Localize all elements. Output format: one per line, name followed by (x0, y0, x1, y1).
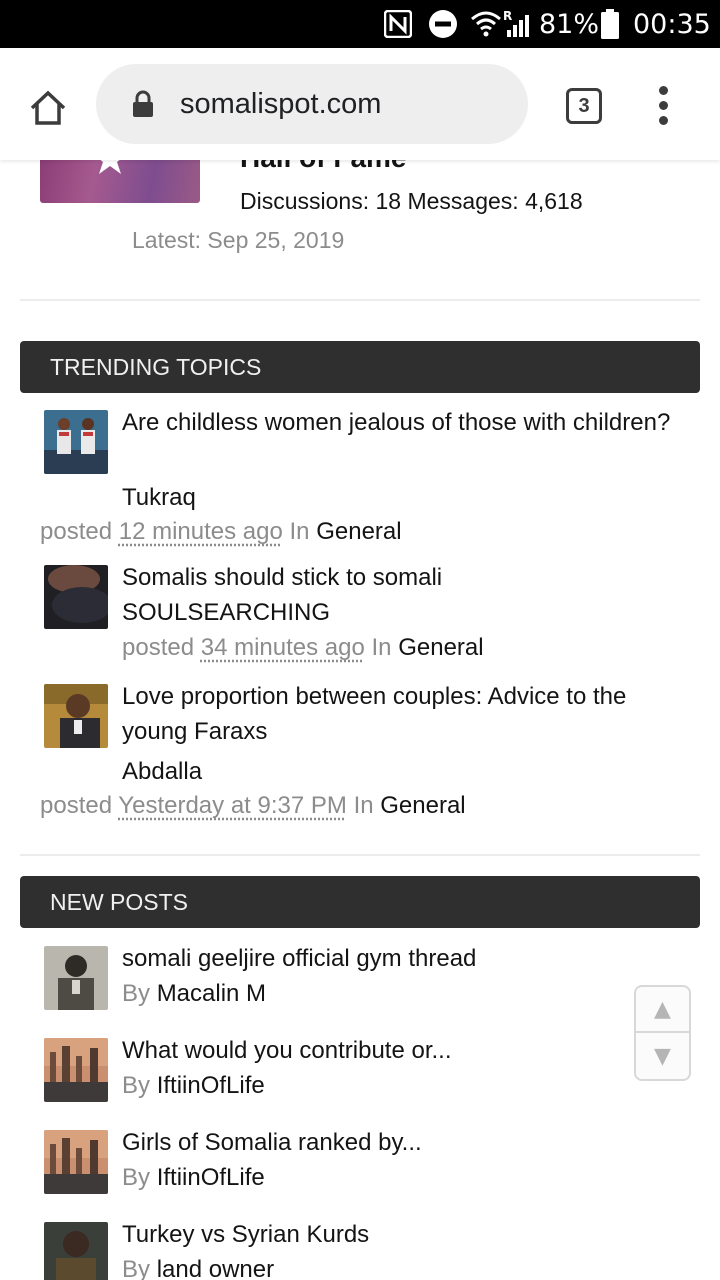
post-title[interactable]: Girls of Somalia ranked by... (122, 1125, 692, 1160)
topic-forum-link[interactable]: General (380, 792, 465, 819)
topic-meta: posted 12 minutes ago In General (40, 518, 402, 546)
post-author-line: By IftiinOfLife (122, 1164, 265, 1192)
do-not-disturb-icon (428, 0, 458, 48)
home-icon (30, 90, 66, 125)
scroll-down-button[interactable]: ▼ (636, 1033, 689, 1079)
topic-time: Yesterday at 9:37 PM (118, 792, 347, 819)
browser-toolbar: somalispot.com 3 (0, 48, 720, 160)
topic-author[interactable]: Abdalla (122, 758, 202, 786)
in-label: In (353, 792, 374, 819)
topic-forum-link[interactable]: General (398, 634, 483, 661)
posted-label: posted (40, 518, 113, 545)
in-label: In (371, 634, 392, 661)
avatar[interactable] (44, 1038, 108, 1102)
topic-title[interactable]: Somalis should stick to somali (122, 560, 692, 595)
scroll-widget: ▲ ▼ (634, 985, 691, 1081)
forum-node-stats: Discussions: 18 Messages: 4,618 (240, 188, 583, 214)
avatar[interactable] (44, 946, 108, 1010)
tab-switcher-button[interactable]: 3 (566, 88, 602, 124)
post-author-line: By Macalin M (122, 980, 266, 1008)
post-title[interactable]: What would you contribute or... (122, 1033, 692, 1068)
by-label: By (122, 1072, 151, 1099)
post-author[interactable]: IftiinOfLife (157, 1164, 265, 1191)
topic-author[interactable]: Tukraq (122, 484, 196, 512)
topic-meta: posted Yesterday at 9:37 PM In General (40, 792, 466, 820)
avatar[interactable] (44, 1130, 108, 1194)
star-icon (99, 160, 121, 174)
home-button[interactable] (22, 82, 74, 134)
address-bar[interactable]: somalispot.com (96, 64, 528, 144)
lock-icon (132, 90, 154, 122)
topic-time: 12 minutes ago (118, 518, 283, 545)
post-author-line: By land owner (122, 1256, 274, 1280)
forum-node-title[interactable]: Hall of Fame (240, 160, 406, 174)
status-bar: R 81% 00:35 (0, 0, 720, 48)
in-label: In (289, 518, 310, 545)
page-content: Hall of Fame Discussions: 18 Messages: 4… (0, 160, 720, 1280)
divider (20, 854, 700, 856)
topic-forum-link[interactable]: General (316, 518, 401, 545)
post-title[interactable]: somali geeljire official gym thread (122, 941, 692, 976)
topic-title[interactable]: Love proportion between couples: Advice … (122, 679, 692, 749)
post-author[interactable]: land owner (157, 1256, 274, 1280)
post-author[interactable]: IftiinOfLife (157, 1072, 265, 1099)
topic-meta: posted 34 minutes ago In General (122, 634, 484, 662)
battery-percent: 81% (539, 8, 600, 40)
avatar[interactable] (44, 410, 108, 474)
scroll-up-button[interactable]: ▲ (636, 987, 689, 1033)
avatar[interactable] (44, 1222, 108, 1280)
url-text: somalispot.com (180, 88, 382, 120)
topic-title[interactable]: Are childless women jealous of those wit… (122, 405, 692, 440)
post-author[interactable]: Macalin M (157, 980, 266, 1007)
avatar[interactable] (44, 565, 108, 629)
new-posts-header: NEW POSTS (20, 876, 700, 928)
posted-label: posted (122, 634, 195, 661)
wifi-icon (470, 0, 502, 48)
clock: 00:35 (633, 8, 711, 40)
by-label: By (122, 1256, 151, 1280)
divider (20, 299, 700, 301)
by-label: By (122, 980, 151, 1007)
topic-time: 34 minutes ago (200, 634, 365, 661)
trending-topics-header: TRENDING TOPICS (20, 341, 700, 393)
forum-node-latest: Latest: Sep 25, 2019 (132, 227, 345, 253)
signal-icon (506, 0, 534, 48)
battery-icon (600, 0, 620, 48)
post-author-line: By IftiinOfLife (122, 1072, 265, 1100)
overflow-menu-icon[interactable] (650, 86, 678, 126)
forum-node-thumbnail[interactable] (40, 160, 200, 203)
by-label: By (122, 1164, 151, 1191)
posted-label: posted (40, 792, 113, 819)
nfc-icon (384, 0, 412, 48)
post-title[interactable]: Turkey vs Syrian Kurds (122, 1217, 692, 1252)
avatar[interactable] (44, 684, 108, 748)
topic-author[interactable]: SOULSEARCHING (122, 599, 330, 627)
